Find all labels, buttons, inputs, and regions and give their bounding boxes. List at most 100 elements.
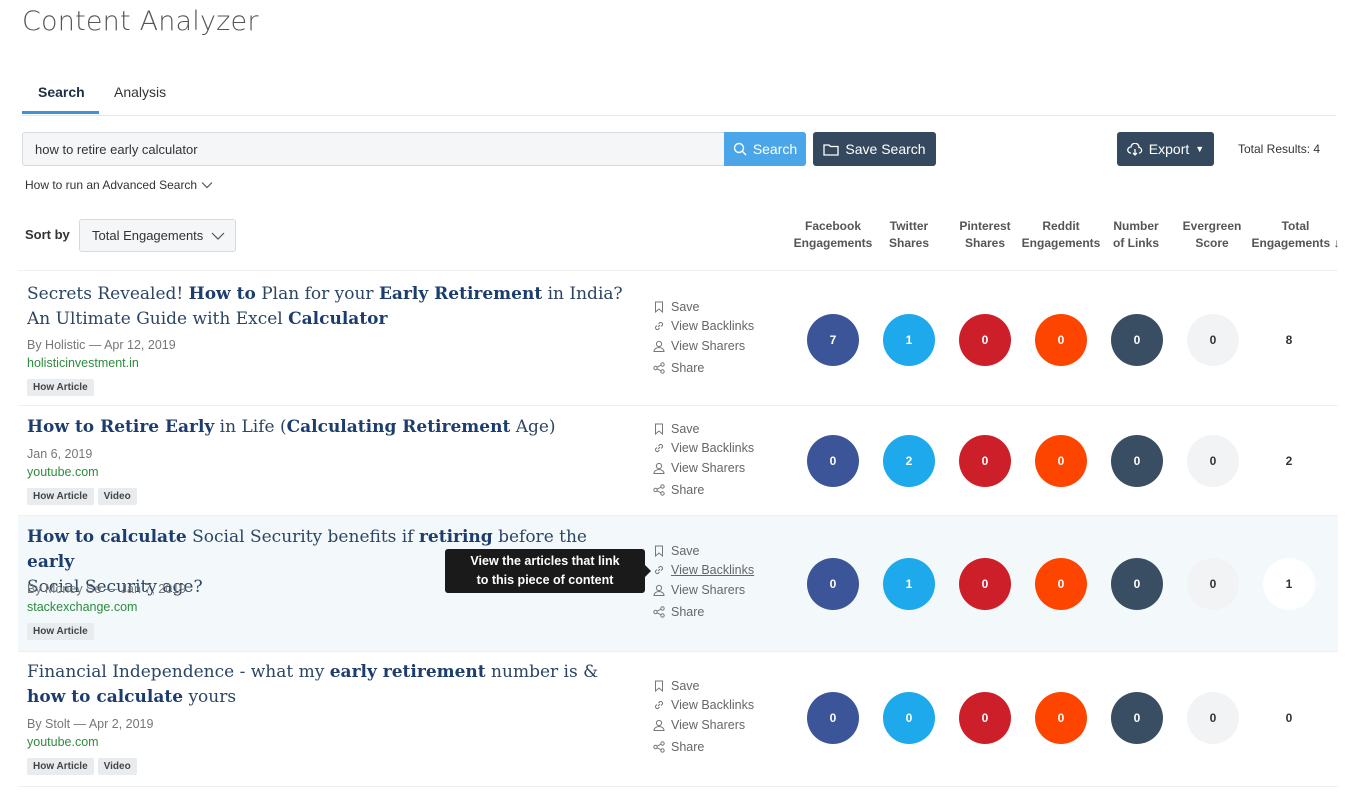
result-domain[interactable]: holisticinvestment.in [27, 356, 139, 370]
search-input[interactable] [22, 132, 724, 166]
sort-select[interactable]: Total Engagements [79, 219, 236, 252]
bookmark-icon [655, 680, 663, 692]
reddit-engagements-value: 0 [1035, 558, 1087, 610]
link-icon [654, 443, 664, 453]
result-meta: By Holistic — Apr 12, 2019 [27, 338, 176, 352]
share-icon [653, 741, 665, 753]
twitter-shares-value: 0 [883, 692, 935, 744]
reddit-engagements-value: 0 [1035, 314, 1087, 366]
view-sharers-action[interactable]: View Sharers [653, 583, 745, 597]
tag-badge: Video [97, 488, 137, 505]
bookmark-icon [655, 423, 663, 435]
number-of-links-value: 0 [1111, 558, 1163, 610]
share-icon [653, 484, 665, 496]
column-header-twitter[interactable]: Twitter Shares [874, 218, 944, 252]
share-action[interactable]: Share [653, 483, 704, 497]
pinterest-shares-value: 0 [959, 314, 1011, 366]
pinterest-shares-value: 0 [959, 558, 1011, 610]
user-icon [653, 584, 665, 596]
cloud-download-icon [1126, 142, 1143, 156]
number-of-links-value: 0 [1111, 435, 1163, 487]
share-action[interactable]: Share [653, 361, 704, 375]
result-meta: By Money Se — Jan 7, 2019 [27, 582, 187, 596]
search-icon [733, 142, 747, 156]
total-engagements-value: 1 [1263, 558, 1315, 610]
table-row: Secrets Revealed! How to Plan for your E… [18, 270, 1338, 406]
result-title[interactable]: Secrets Revealed! How to Plan for your E… [27, 282, 627, 332]
evergreen-score-value: 0 [1187, 314, 1239, 366]
tag-badge: How Article [27, 379, 94, 396]
result-title[interactable]: How to Retire Early in Life (Calculating… [27, 415, 627, 440]
view-backlinks-action[interactable]: View Backlinks [653, 698, 754, 712]
page-title: Content Analyzer [22, 6, 259, 37]
result-domain[interactable]: stackexchange.com [27, 600, 137, 614]
bookmark-icon [655, 545, 663, 557]
backlinks-tooltip: View the articles that link to this piece… [445, 549, 651, 593]
sort-label: Sort by [25, 227, 70, 242]
column-header-links[interactable]: Number of Links [1103, 218, 1169, 252]
table-row: How to calculate Social Security benefit… [18, 516, 1338, 652]
facebook-engagements-value: 0 [807, 692, 859, 744]
tag-badge: Video [97, 758, 137, 775]
link-icon [654, 321, 664, 331]
active-tab-indicator [22, 111, 99, 114]
view-backlinks-action[interactable]: View Backlinks [653, 563, 754, 577]
user-icon [653, 462, 665, 474]
share-icon [653, 606, 665, 618]
export-label: Export [1148, 141, 1190, 157]
user-icon [653, 340, 665, 352]
twitter-shares-value: 1 [883, 558, 935, 610]
total-engagements-value: 0 [1285, 711, 1293, 725]
evergreen-score-value: 0 [1187, 558, 1239, 610]
folder-icon [823, 143, 840, 156]
export-button[interactable]: Export ▼ [1117, 132, 1214, 166]
user-icon [653, 719, 665, 731]
pinterest-shares-value: 0 [959, 435, 1011, 487]
total-engagements-value: 2 [1285, 454, 1293, 468]
result-domain[interactable]: youtube.com [27, 465, 99, 479]
column-header-facebook[interactable]: Facebook Engagements [793, 218, 873, 252]
bookmark-icon [655, 301, 663, 313]
save-action[interactable]: Save [653, 300, 700, 314]
search-button[interactable]: Search [724, 132, 806, 166]
column-header-total[interactable]: Total Engagements ↓ [1248, 218, 1343, 252]
column-header-reddit[interactable]: Reddit Engagements [1021, 218, 1101, 252]
number-of-links-value: 0 [1111, 692, 1163, 744]
share-action[interactable]: Share [653, 605, 704, 619]
evergreen-score-value: 0 [1187, 692, 1239, 744]
reddit-engagements-value: 0 [1035, 435, 1087, 487]
result-domain[interactable]: youtube.com [27, 735, 99, 749]
result-meta: By Stolt — Apr 2, 2019 [27, 717, 154, 731]
view-sharers-action[interactable]: View Sharers [653, 461, 745, 475]
save-action[interactable]: Save [653, 544, 700, 558]
caret-down-icon: ▼ [1195, 144, 1205, 154]
tab-analysis[interactable]: Analysis [114, 84, 166, 112]
share-action[interactable]: Share [653, 740, 704, 754]
result-title[interactable]: Financial Independence - what my early r… [27, 660, 627, 710]
facebook-engagements-value: 0 [807, 435, 859, 487]
save-search-button[interactable]: Save Search [813, 132, 936, 166]
facebook-engagements-value: 0 [807, 558, 859, 610]
column-header-evergreen[interactable]: Evergreen Score [1176, 218, 1248, 252]
view-sharers-action[interactable]: View Sharers [653, 339, 745, 353]
view-backlinks-action[interactable]: View Backlinks [653, 441, 754, 455]
save-action[interactable]: Save [653, 422, 700, 436]
link-icon [654, 565, 664, 575]
save-search-label: Save Search [845, 141, 926, 157]
column-header-pinterest[interactable]: Pinterest Shares [950, 218, 1020, 252]
sort-selected-value: Total Engagements [92, 228, 204, 243]
table-row: How to Retire Early in Life (Calculating… [18, 406, 1338, 516]
view-sharers-action[interactable]: View Sharers [653, 718, 745, 732]
share-icon [653, 362, 665, 374]
evergreen-score-value: 0 [1187, 435, 1239, 487]
tab-search[interactable]: Search [38, 84, 85, 112]
table-row: Financial Independence - what my early r… [18, 652, 1338, 787]
tag-badge: How Article [27, 758, 94, 775]
pinterest-shares-value: 0 [959, 692, 1011, 744]
advanced-search-link[interactable]: How to run an Advanced Search [25, 178, 213, 192]
tab-bar: Search Analysis [22, 78, 1336, 116]
tag-badge: How Article [27, 488, 94, 505]
view-backlinks-action[interactable]: View Backlinks [653, 319, 754, 333]
advanced-search-label: How to run an Advanced Search [25, 178, 198, 192]
save-action[interactable]: Save [653, 679, 700, 693]
